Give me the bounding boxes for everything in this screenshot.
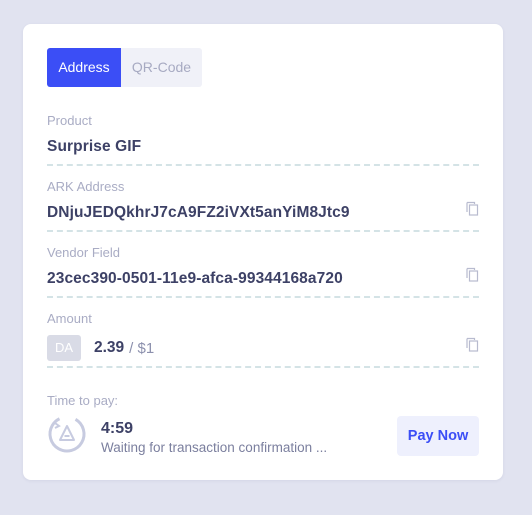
tab-address[interactable]: Address	[47, 48, 121, 87]
copy-vendor-icon[interactable]	[465, 267, 479, 282]
countdown-ark-icon	[48, 415, 86, 453]
tab-qr-code[interactable]: QR-Code	[121, 48, 202, 87]
address-label: ARK Address	[47, 179, 125, 194]
amount-value: 2.39	[94, 339, 125, 356]
divider	[47, 296, 479, 298]
divider	[47, 230, 479, 232]
copy-amount-icon[interactable]	[465, 337, 479, 352]
divider	[47, 164, 479, 166]
time-to-pay-label-wrap: Time to pay:	[47, 393, 479, 409]
copy-address-icon[interactable]	[465, 201, 479, 216]
vendor-label: Vendor Field	[47, 245, 120, 260]
amount-label: Amount	[47, 311, 92, 326]
address-field: ARK Address DNjuJEDQkhrJ7cA9FZ2iVXt5anYi…	[47, 179, 479, 232]
product-value: Surprise GIF	[47, 138, 142, 155]
divider	[47, 366, 479, 368]
amount-fiat: / $1	[129, 339, 155, 357]
address-value: DNjuJEDQkhrJ7cA9FZ2iVXt5anYiM8Jtc9	[47, 204, 350, 221]
status-text: Waiting for transaction confirmation ...	[101, 440, 328, 455]
time-to-pay-label: Time to pay:	[47, 393, 119, 408]
vendor-field: Vendor Field 23cec390-0501-11e9-afca-993…	[47, 245, 479, 298]
time-remaining: 4:59	[101, 420, 134, 437]
amount-field: Amount DA 2.39 / $1	[47, 311, 479, 368]
tab-bar: Address QR-Code	[47, 48, 202, 87]
pay-now-button[interactable]: Pay Now	[397, 416, 479, 456]
product-field: Product Surprise GIF	[47, 113, 479, 166]
payment-card: Address QR-Code Product Surprise GIF ARK…	[23, 24, 503, 480]
amount-row: DA 2.39 / $1	[47, 335, 479, 361]
product-label: Product	[47, 113, 92, 128]
vendor-value: 23cec390-0501-11e9-afca-99344168a720	[47, 270, 343, 287]
currency-badge: DA	[47, 335, 81, 361]
